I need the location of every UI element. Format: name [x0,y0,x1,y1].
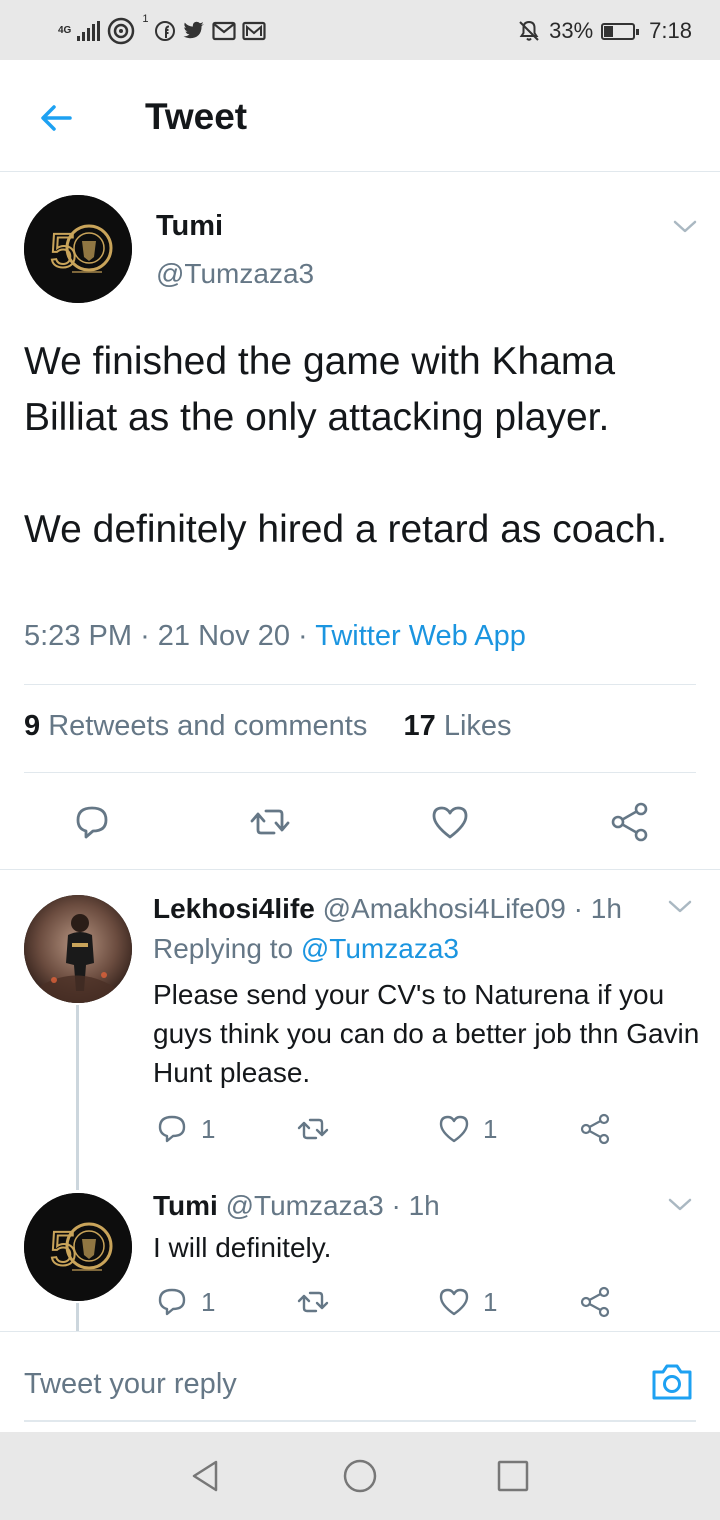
reply-author-handle[interactable]: @Amakhosi4Life09 [323,893,566,924]
like-icon[interactable] [428,800,472,844]
reply-input[interactable]: Tweet your reply [24,1368,237,1401]
reply-retweet-action[interactable] [296,1111,330,1147]
tweet-text-paragraph-2: We definitely hired a retard as coach. [24,508,668,551]
battery-icon [601,22,640,40]
like-icon [439,1288,469,1316]
reply-share-action[interactable] [578,1284,612,1320]
retweets-label: Retweets and comments [48,710,368,742]
chevron-down-icon[interactable] [668,900,692,914]
reply-header: Tumi @Tumzaza3 · 1h [153,1190,440,1222]
app-header: Tweet [0,60,720,172]
clock: 7:18 [649,18,692,43]
back-arrow-icon[interactable] [36,98,76,138]
facebook-icon [155,21,176,41]
retweets-count: 9 [24,710,41,742]
reply-author-name[interactable]: Lekhosi4life [153,893,315,924]
reply-text: I will definitely. [153,1232,332,1263]
tweet-actions [0,800,720,850]
section-divider [0,869,720,870]
nav-home-icon[interactable] [342,1458,378,1494]
notifications-off-icon [519,20,539,41]
share-icon [580,1286,610,1318]
page-title: Tweet [145,96,248,137]
reply-icon [158,1115,186,1143]
chevron-down-icon[interactable] [668,1198,692,1212]
reply-like-action[interactable]: 1 [437,1111,497,1147]
retweet-icon [297,1118,329,1140]
nav-back-icon[interactable] [188,1458,224,1494]
reply-comment-action[interactable]: 1 [155,1111,215,1147]
network-indicator: 4G [58,26,71,36]
reply-like-count: 1 [483,1286,498,1317]
tweet-text: We finished the game with Khama Billiat … [24,334,704,558]
reply-comment-count: 1 [201,1286,216,1317]
reply-retweet-action[interactable] [296,1284,330,1320]
reply-avatar[interactable]: 5 [24,1193,132,1301]
reply-comment-action[interactable]: 1 [155,1284,215,1320]
sim-indicator: 1 [142,13,149,25]
kaizer-chiefs-logo: 5 [24,1193,132,1301]
divider [24,772,696,773]
replying-to-label: Replying to [153,933,294,964]
thread-line [76,1005,79,1190]
reply-time: · 1h [391,1190,440,1221]
retweet-icon[interactable] [248,800,292,844]
likes-label: Likes [443,710,512,742]
gmail-icon [212,21,237,41]
tweet-meta: 5:23 PM · 21 Nov 20 · Twitter Web App [24,620,526,652]
mail-icon [242,21,267,41]
reply-text: Please send your CV's to Naturena if you… [153,979,700,1088]
system-nav-bar [0,1432,720,1520]
status-right: 33% 7:18 [517,14,692,48]
like-icon [439,1115,469,1143]
tweet-time: 5:23 PM [24,620,132,652]
reply-like-count: 1 [483,1113,498,1144]
signal-icon [77,21,101,41]
thread-line [76,1303,79,1331]
battery-percent: 33% [549,18,594,43]
author-handle[interactable]: @Tumzaza3 [156,258,314,290]
reply-icon [158,1288,186,1316]
retweet-icon [297,1291,329,1313]
reply-author-name[interactable]: Tumi [153,1190,218,1221]
replying-to: Replying to @Tumzaza3 [153,933,459,965]
tweet-source-link[interactable]: Twitter Web App [315,620,526,652]
tweet-date: 21 Nov 20 [157,620,290,652]
reply-avatar[interactable] [24,895,132,1003]
author-avatar[interactable]: 5 [24,195,132,303]
likes-stat[interactable]: 17 Likes [403,710,511,742]
reply-time: · 1h [573,893,622,924]
replying-to-handle[interactable]: @Tumzaza3 [301,933,459,964]
reply-comment-count: 1 [201,1113,216,1144]
author-name[interactable]: Tumi [156,210,223,243]
reply-share-action[interactable] [578,1111,612,1147]
network-type: 4G [58,25,72,36]
divider [24,684,696,685]
reply-like-action[interactable]: 1 [437,1284,497,1320]
chevron-down-icon[interactable] [673,220,697,234]
status-bar: 4G 1 33% 7:18 [0,0,720,60]
retweets-stat[interactable]: 9 Retweets and comments [24,710,367,742]
twitter-icon [183,21,205,39]
share-icon [580,1113,610,1145]
share-icon[interactable] [608,800,652,844]
reply-header: Lekhosi4life @Amakhosi4Life09 · 1h [153,893,622,925]
reply-author-handle[interactable]: @Tumzaza3 [226,1190,384,1221]
tweet-text-paragraph-1: We finished the game with Khama Billiat … [24,340,616,439]
reply-composer: Tweet your reply [0,1331,720,1431]
hotspot-icon [108,17,135,45]
player-photo [24,895,132,1003]
reply-input-underline [24,1420,696,1422]
kaizer-chiefs-logo: 5 [24,195,132,303]
battery-level [604,25,614,37]
likes-count: 17 [403,710,436,742]
status-left: 4G 1 [58,13,267,48]
nav-recents-icon[interactable] [495,1458,531,1494]
camera-icon[interactable] [650,1362,694,1402]
tweet-stats: 9 Retweets and comments 17 Likes [24,710,512,743]
reply-icon[interactable] [70,800,114,844]
